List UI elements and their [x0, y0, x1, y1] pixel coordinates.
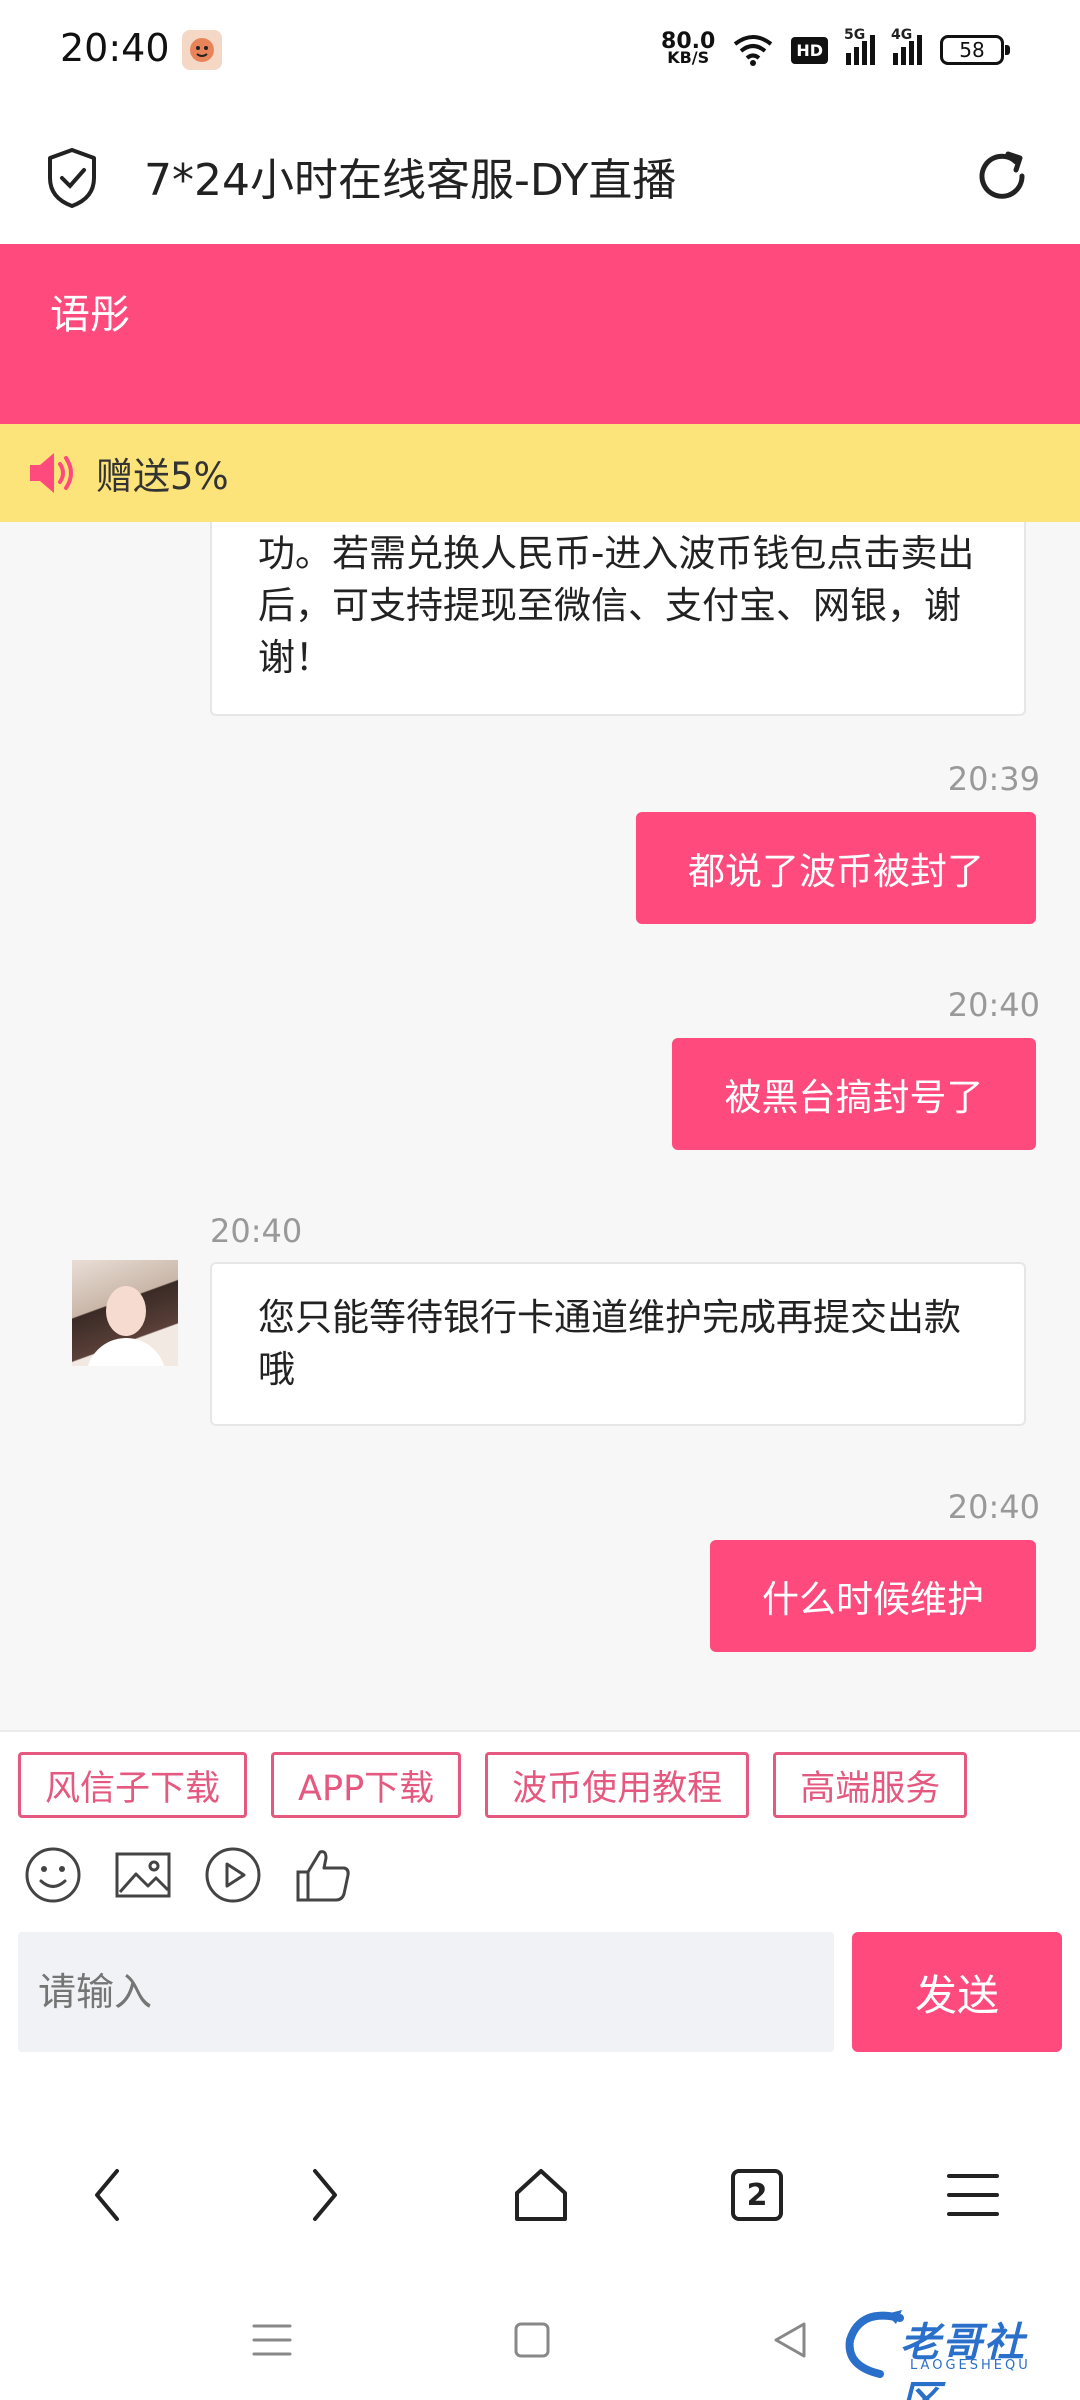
wifi-icon [734, 35, 773, 66]
speaker-icon [30, 453, 73, 493]
message-bubble-user[interactable]: 被黑台搞封号了 [672, 1038, 1036, 1150]
send-button[interactable]: 发送 [852, 1932, 1062, 2052]
status-bar: 20:40 80.0 KB/S HD 5G 4G 58 [0, 0, 1080, 100]
back-triangle-icon[interactable] [760, 2310, 820, 2370]
shield-check-icon[interactable] [44, 146, 100, 210]
home-icon[interactable] [506, 2160, 576, 2230]
signal-4g-icon: 4G [891, 27, 922, 65]
notification-app-icon [182, 30, 222, 70]
message-time: 20:40 [947, 1488, 1040, 1526]
refresh-icon[interactable] [970, 144, 1034, 208]
system-navigation: 老哥社区 LAOGESHEQU [0, 2280, 1080, 2400]
chat-messages[interactable]: 功。若需兑换人民币-进入波币钱包点击卖出后，可支持提现至微信、支付宝、网银，谢谢… [0, 522, 1080, 1730]
network-speed: 80.0 KB/S [661, 29, 716, 67]
battery-icon: 58 [940, 35, 1010, 65]
message-text: 都说了波币被封了 [688, 850, 984, 893]
chat-header: 语彤 [0, 244, 1080, 424]
quick-reply-button[interactable]: 波币使用教程 [485, 1752, 750, 1818]
message-bubble-agent[interactable]: 功。若需兑换人民币-进入波币钱包点击卖出后，可支持提现至微信、支付宝、网银，谢谢… [210, 522, 1026, 716]
notice-text: 赠送5% [96, 455, 229, 498]
hd-voice-badge: HD [791, 36, 828, 64]
home-square-icon[interactable] [502, 2310, 562, 2370]
tab-count: 2 [731, 2169, 783, 2221]
watermark-logo: 老哥社区 LAOGESHEQU [840, 2304, 1062, 2400]
message-text: 什么时候维护 [762, 1578, 984, 1621]
quick-reply-row: 风信子下载 APP下载 波币使用教程 高端服务 [18, 1752, 968, 1818]
browser-navigation: 2 [0, 2140, 1080, 2250]
page-title: 7*24小时在线客服-DY直播 [144, 155, 677, 206]
watermark-subtext: LAOGESHEQU [910, 2358, 1031, 2373]
back-icon[interactable] [72, 2160, 142, 2230]
emoji-icon[interactable] [24, 1846, 82, 1904]
recents-icon[interactable] [242, 2310, 302, 2370]
message-text: 您只能等待银行卡通道维护完成再提交出款哦 [258, 1296, 961, 1391]
message-bubble-agent[interactable]: 您只能等待银行卡通道维护完成再提交出款哦 [210, 1262, 1026, 1426]
agent-name: 语彤 [50, 292, 130, 338]
menu-icon[interactable] [938, 2160, 1008, 2230]
input-tools [24, 1846, 352, 1904]
tabs-button[interactable]: 2 [722, 2160, 792, 2230]
message-time: 20:40 [210, 1212, 303, 1250]
message-time: 20:39 [947, 760, 1040, 798]
quick-reply-button[interactable]: 风信子下载 [18, 1752, 248, 1818]
message-text: 被黑台搞封号了 [724, 1076, 984, 1119]
agent-avatar[interactable] [72, 1260, 178, 1366]
status-time: 20:40 [60, 26, 170, 70]
quick-reply-button[interactable]: 高端服务 [773, 1752, 968, 1818]
video-icon[interactable] [204, 1846, 262, 1904]
browser-header: 7*24小时在线客服-DY直播 [0, 120, 1080, 244]
forward-icon[interactable] [290, 2160, 360, 2230]
watermark-text: 老哥社区 [900, 2320, 1026, 2400]
image-icon[interactable] [114, 1846, 172, 1904]
notice-bar: 赠送5% [0, 424, 1080, 522]
signal-5g-icon: 5G [844, 27, 875, 65]
chat-input-panel: 风信子下载 APP下载 波币使用教程 高端服务 发送 [0, 1730, 1080, 2070]
message-bubble-user[interactable]: 什么时候维护 [710, 1540, 1036, 1652]
message-text: 功。若需兑换人民币-进入波币钱包点击卖出后，可支持提现至微信、支付宝、网银，谢谢… [258, 532, 975, 679]
thumbs-up-icon[interactable] [294, 1846, 352, 1904]
message-time: 20:40 [947, 986, 1040, 1024]
message-bubble-user[interactable]: 都说了波币被封了 [636, 812, 1036, 924]
quick-reply-button[interactable]: APP下载 [271, 1752, 462, 1818]
message-input[interactable] [18, 1932, 834, 2052]
